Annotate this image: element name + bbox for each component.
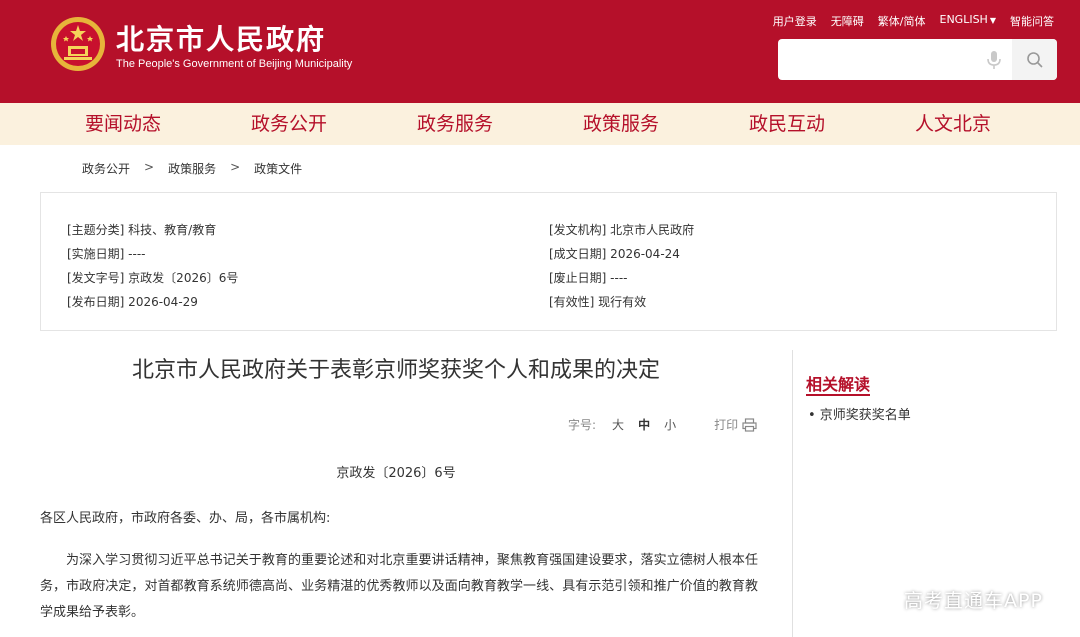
login-link[interactable]: 用户登录 <box>773 13 817 29</box>
meta-topic: [主题分类] 科技、教育/教育 <box>67 223 217 237</box>
english-label: ENGLISH <box>939 13 988 26</box>
nav-item-gov-affairs-open[interactable]: 政务公开 <box>206 103 372 145</box>
printer-icon <box>742 417 757 432</box>
search-icon <box>1026 51 1043 68</box>
font-size-large-button[interactable]: 大 <box>612 416 624 433</box>
document-meta-box: [主题分类] 科技、教育/教育 [实施日期] ---- [发文字号] 京政发〔2… <box>40 192 1057 331</box>
meta-validity: [有效性] 现行有效 <box>549 295 647 309</box>
article-tools: 字号: 大 中 小 打印 <box>568 416 757 433</box>
site-title[interactable]: 北京市人民政府 <box>116 18 326 58</box>
document-number: 京政发〔2026〕6号 <box>336 466 456 481</box>
smart-qa-link[interactable]: 智能问答 <box>1010 13 1054 29</box>
body-paragraph: 为深入学习贯彻习近平总书记关于教育的重要论述和对北京重要讲话精神，聚焦教育强国建… <box>40 553 758 620</box>
print-label: 打印 <box>714 418 739 432</box>
breadcrumb-separator: > <box>230 160 241 174</box>
meta-column-left: [主题分类] 科技、教育/教育 [实施日期] ---- [发文字号] 京政发〔2… <box>67 218 238 314</box>
meta-issuer: [发文机构] 北京市人民政府 <box>549 223 695 237</box>
microphone-icon[interactable] <box>985 50 1003 70</box>
national-emblem-icon[interactable] <box>50 16 106 72</box>
traditional-simplified-link[interactable]: 繁体/简体 <box>878 13 926 29</box>
meta-publish-date: [发布日期] 2026-04-29 <box>67 295 198 309</box>
meta-doc-number: [发文字号] 京政发〔2026〕6号 <box>67 271 239 285</box>
accessibility-link[interactable]: 无障碍 <box>831 13 864 29</box>
main-nav: 要闻动态 政务公开 政务服务 政策服务 政民互动 人文北京 <box>0 103 1080 145</box>
meta-repeal-date: [废止日期] ---- <box>549 271 628 285</box>
related-link[interactable]: • 京师奖获奖名单 <box>808 404 911 423</box>
related-interpretation-title: 相关解读 <box>806 375 871 394</box>
font-size-small-button[interactable]: 小 <box>664 416 676 433</box>
article-title: 北京市人民政府关于表彰京师奖获奖个人和成果的决定 <box>131 358 660 383</box>
addressee-line: 各区人民政府，市政府各委、办、局，各市属机构: <box>40 511 331 526</box>
nav-item-interaction[interactable]: 政民互动 <box>704 103 870 145</box>
sidebar-title-underline <box>806 394 870 396</box>
search-input[interactable] <box>778 39 978 80</box>
breadcrumb-separator: > <box>144 160 155 174</box>
breadcrumb-item[interactable]: 政策服务 <box>168 160 216 177</box>
nav-item-gov-services[interactable]: 政务服务 <box>372 103 538 145</box>
top-links: 用户登录 无障碍 繁体/简体 ENGLISH ▼ 智能问答 <box>773 13 1054 29</box>
meta-written-date: [成文日期] 2026-04-24 <box>549 247 680 261</box>
nav-item-policy-services[interactable]: 政策服务 <box>538 103 704 145</box>
sidebar-divider <box>792 350 793 637</box>
nav-item-culture[interactable]: 人文北京 <box>870 103 1036 145</box>
font-size-label: 字号: <box>568 418 597 432</box>
search-button[interactable] <box>1012 39 1057 80</box>
breadcrumb-item[interactable]: 政务公开 <box>82 160 130 177</box>
site-subtitle: The People's Government of Beijing Munic… <box>116 58 353 70</box>
meta-column-right: [发文机构] 北京市人民政府 [成文日期] 2026-04-24 [废止日期] … <box>549 218 694 314</box>
nav-item-news[interactable]: 要闻动态 <box>40 103 206 145</box>
breadcrumb-item[interactable]: 政策文件 <box>254 160 302 177</box>
print-button[interactable]: 打印 <box>714 416 757 433</box>
meta-effective-date: [实施日期] ---- <box>67 247 146 261</box>
watermark-text: 高考直通车APP <box>904 590 1043 612</box>
caret-down-icon: ▼ <box>989 16 996 25</box>
font-size-medium-button[interactable]: 中 <box>638 416 650 433</box>
breadcrumb: 政务公开 > 政策服务 > 政策文件 <box>82 160 302 177</box>
english-dropdown[interactable]: ENGLISH ▼ <box>940 13 997 29</box>
